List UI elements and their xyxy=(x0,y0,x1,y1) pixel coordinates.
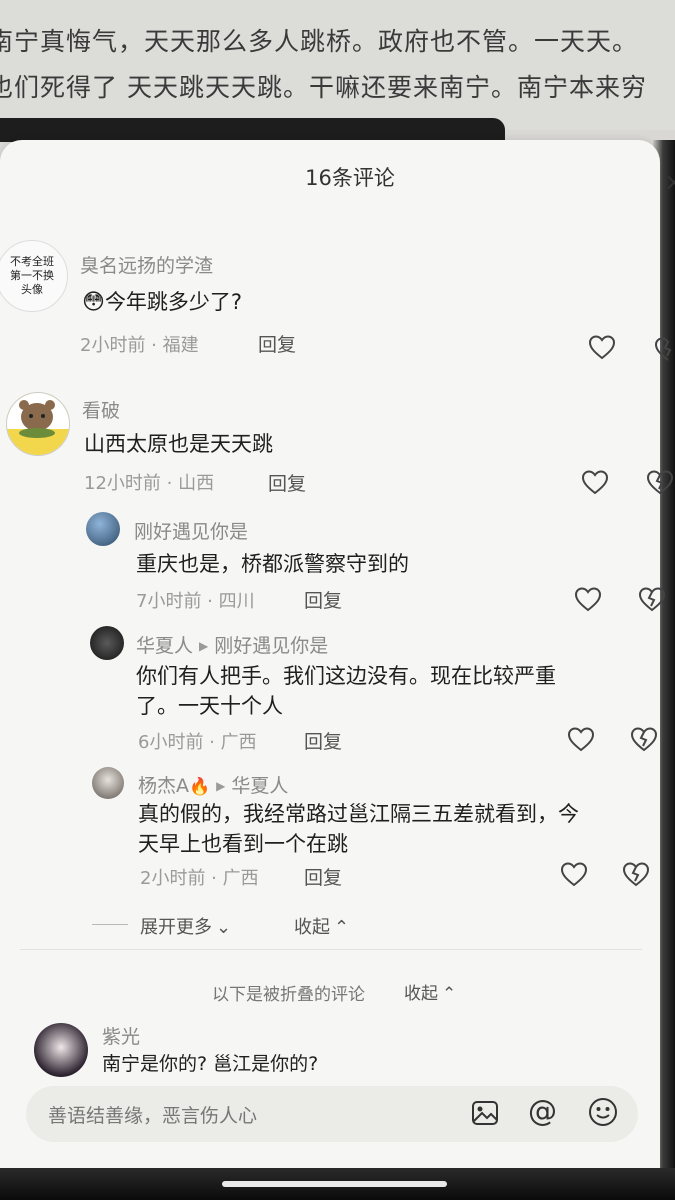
reply-to-arrow-icon: ▶ xyxy=(199,639,209,653)
reply-button[interactable]: 回复 xyxy=(304,727,342,754)
close-icon[interactable]: × xyxy=(664,168,675,196)
reply-to-name[interactable]: 刚好遇见你是 xyxy=(214,635,328,657)
comment-author[interactable]: 紫光 xyxy=(102,1022,140,1049)
avatar[interactable] xyxy=(90,626,124,660)
reply-author-name[interactable]: 华夏人 xyxy=(136,635,193,657)
home-indicator[interactable] xyxy=(222,1181,447,1187)
heart-outline-icon[interactable] xyxy=(567,726,595,752)
reply-button[interactable]: 回复 xyxy=(268,469,306,496)
chevron-up-icon: ⌃ xyxy=(442,984,457,1004)
broken-heart-icon[interactable] xyxy=(646,469,674,495)
smiley-icon[interactable] xyxy=(588,1097,618,1131)
reply-button[interactable]: 回复 xyxy=(258,330,296,357)
reply-to-arrow-icon: ▶ xyxy=(216,779,226,793)
comment-content: 山西太原也是天天跳 xyxy=(84,432,273,456)
post-text-line-2: 也们死得了 天天跳天天跳。干嘛还要来南宁。南宁本来穷 xyxy=(0,73,647,102)
chevron-up-icon: ⌃ xyxy=(334,917,350,938)
collapse-folded-button[interactable]: 收起 ⌃ xyxy=(404,979,456,1004)
comment-meta: 2小时前 · 福建 xyxy=(80,335,199,356)
reply-author: 杨杰A🔥 ▶ 华夏人 xyxy=(138,771,288,798)
heart-outline-icon[interactable] xyxy=(588,334,616,360)
avatar[interactable] xyxy=(92,767,124,799)
fire-emoji: 🔥 xyxy=(189,777,211,797)
heart-outline-icon[interactable] xyxy=(560,861,588,887)
comment-content: 南宁是你的? 邕江是你的? xyxy=(102,1053,319,1075)
chevron-down-icon: ⌄ xyxy=(216,917,232,938)
comment-input-placeholder[interactable]: 善语结善缘，恶言伤人心 xyxy=(48,1101,257,1128)
comment-author[interactable]: 臭名远扬的学渣 xyxy=(80,251,213,278)
expand-divider-line xyxy=(92,924,128,925)
reply-to-name[interactable]: 华夏人 xyxy=(231,775,288,797)
reply-meta: 7小时前 · 四川 xyxy=(136,591,255,612)
heart-outline-icon[interactable] xyxy=(581,469,609,495)
avatar[interactable] xyxy=(6,392,70,456)
comment-count-title: 16条评论 xyxy=(305,166,395,190)
heart-outline-icon[interactable] xyxy=(574,586,602,612)
avatar[interactable] xyxy=(86,512,120,546)
reply-author: 华夏人 ▶ 刚好遇见你是 xyxy=(136,631,328,658)
video-progress-area xyxy=(0,118,505,142)
post-background: 南宁真悔气，天天那么多人跳桥。政府也不管。一天天。 也们死得了 天天跳天天跳。干… xyxy=(0,0,675,130)
reply-author-name[interactable]: 杨杰A xyxy=(138,775,189,797)
image-icon[interactable] xyxy=(471,1100,499,1130)
section-divider xyxy=(20,949,642,950)
expand-more-button[interactable]: 展开更多 ⌄ xyxy=(140,913,231,939)
broken-heart-icon[interactable] xyxy=(630,726,658,752)
reply-content: 重庆也是，桥都派警察守到的 xyxy=(136,552,409,576)
reply-content-line-1: 你们有人把手。我们这边没有。现在比较严重 xyxy=(136,664,556,688)
broken-heart-icon[interactable] xyxy=(654,336,675,362)
avatar[interactable] xyxy=(34,1023,88,1077)
reply-author[interactable]: 刚好遇见你是 xyxy=(134,517,248,544)
flushed-face-emoji: 😳 xyxy=(82,290,105,315)
reply-content-line-2: 了。一天十个人 xyxy=(136,694,283,718)
reply-content-line-1: 真的假的，我经常路过邕江隔三五差就看到，今 xyxy=(138,802,579,826)
comment-content: 😳今年跳多少了? xyxy=(82,290,243,315)
reply-button[interactable]: 回复 xyxy=(304,863,342,890)
reply-meta: 6小时前 · 广西 xyxy=(138,732,257,753)
collapse-thread-button[interactable]: 收起 ⌃ xyxy=(294,913,349,939)
folded-comments-note: 以下是被折叠的评论 xyxy=(212,985,365,1005)
comment-meta: 12小时前 · 山西 xyxy=(84,473,215,494)
reply-button[interactable]: 回复 xyxy=(304,586,342,613)
post-text-line-1: 南宁真悔气，天天那么多人跳桥。政府也不管。一天天。 xyxy=(0,27,639,56)
broken-heart-icon[interactable] xyxy=(638,586,666,612)
at-icon[interactable]: @ xyxy=(528,1094,557,1128)
reply-meta: 2小时前 · 广西 xyxy=(140,868,259,889)
comment-author[interactable]: 看破 xyxy=(82,396,120,423)
reply-content-line-2: 天早上也看到一个在跳 xyxy=(138,832,348,856)
broken-heart-icon[interactable] xyxy=(622,861,650,887)
